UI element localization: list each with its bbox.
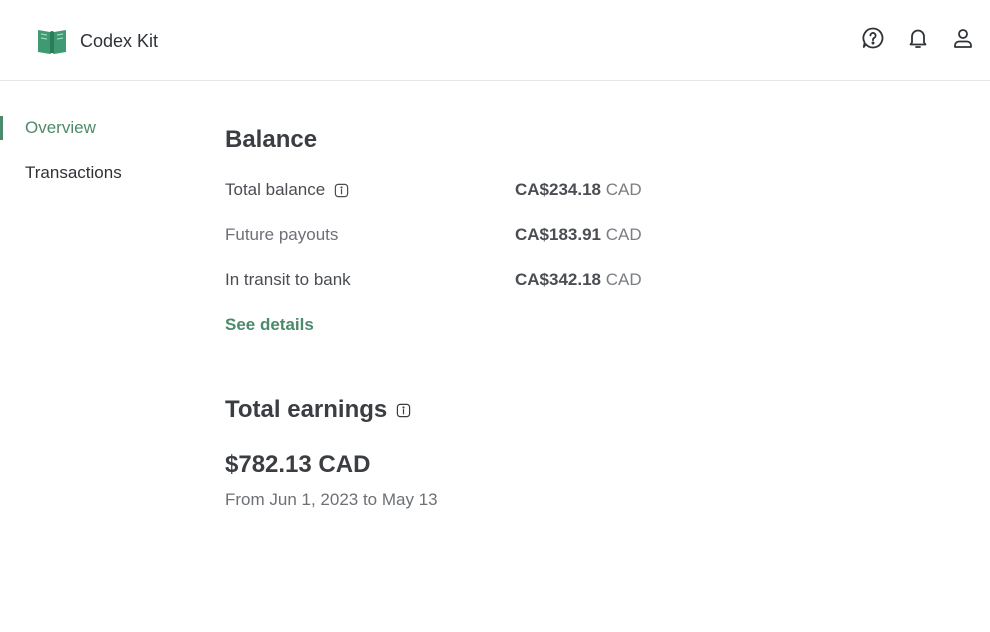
- future-payouts-label: Future payouts: [225, 225, 338, 245]
- in-transit-label: In transit to bank: [225, 270, 351, 290]
- see-details-link[interactable]: See details: [225, 315, 314, 335]
- brand[interactable]: Codex Kit: [36, 25, 158, 57]
- balance-currency: CAD: [605, 225, 642, 244]
- sidebar-item-overview[interactable]: Overview: [0, 110, 200, 146]
- info-icon[interactable]: [396, 403, 411, 418]
- sidebar-item-label: Overview: [25, 118, 96, 137]
- bell-icon[interactable]: [906, 26, 930, 50]
- balance-row-label: Future payouts: [225, 225, 339, 244]
- earnings-period: From Jun 1, 2023 to May 13: [225, 490, 438, 509]
- book-logo-icon: [38, 30, 66, 54]
- user-icon[interactable]: [951, 26, 975, 50]
- balance-currency: CAD: [605, 270, 642, 289]
- earnings-amount: $782.13 CAD: [225, 451, 371, 478]
- balance-amount: CA$234.18: [515, 180, 602, 199]
- total-balance-value: CA$234.18 CAD: [515, 180, 642, 200]
- total-balance-label: Total balance: [225, 180, 349, 200]
- balance-row-label: Total balance: [225, 180, 326, 199]
- earnings-heading: Total earnings: [225, 396, 411, 424]
- balance-row-label: In transit to bank: [225, 270, 351, 289]
- top-bar: Codex Kit: [0, 0, 990, 81]
- sidebar-item-label: Transactions: [25, 163, 122, 182]
- balance-heading: Balance: [225, 126, 317, 154]
- balance-title: Balance: [225, 126, 318, 153]
- sidebar-nav: Overview Transactions: [0, 110, 200, 200]
- balance-amount: CA$183.91: [515, 225, 602, 244]
- info-icon[interactable]: [334, 183, 349, 198]
- header-actions: [861, 26, 975, 50]
- balance-currency: CAD: [605, 180, 642, 199]
- app-name: Codex Kit: [80, 30, 159, 51]
- in-transit-value: CA$342.18 CAD: [515, 270, 642, 290]
- future-payouts-value: CA$183.91 CAD: [515, 225, 642, 245]
- earnings-title: Total earnings: [225, 396, 388, 423]
- sidebar-item-transactions[interactable]: Transactions: [0, 155, 200, 191]
- balance-amount: CA$342.18: [515, 270, 602, 289]
- help-icon[interactable]: [861, 26, 885, 50]
